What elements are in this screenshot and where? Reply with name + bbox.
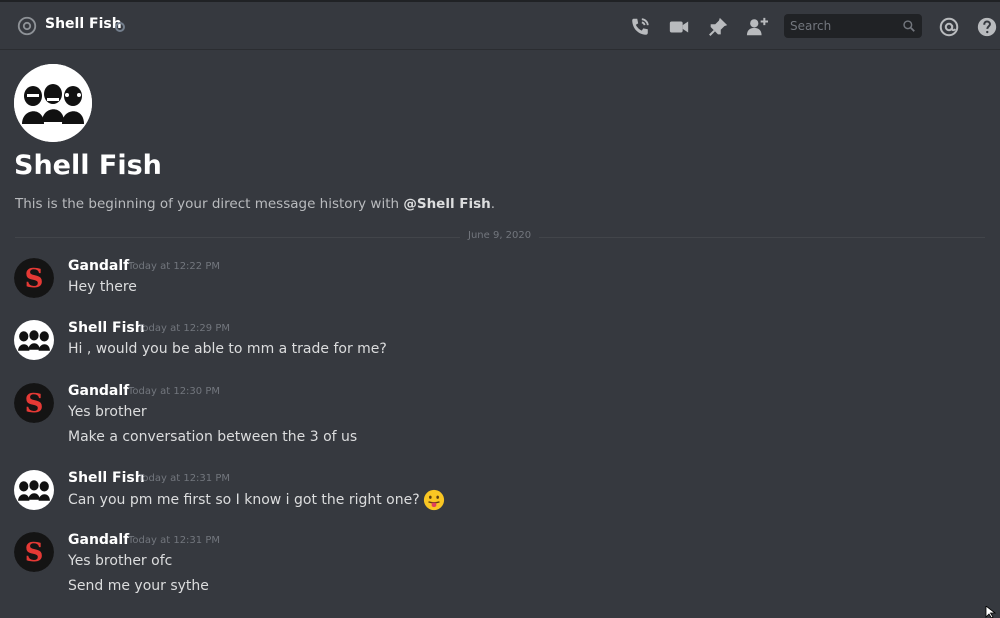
gandalf-avatar[interactable]: S bbox=[14, 383, 54, 423]
message-text: Send me your sythe bbox=[68, 578, 209, 594]
add-friend-icon[interactable] bbox=[746, 16, 768, 38]
shell-fish-avatar[interactable] bbox=[14, 320, 54, 360]
video-icon[interactable] bbox=[668, 16, 690, 38]
tongue-out-emoji bbox=[423, 489, 444, 511]
message-timestamp: Today at 12:22 PM bbox=[128, 261, 220, 272]
message-timestamp: Today at 12:29 PM bbox=[138, 323, 230, 334]
message-author[interactable]: Shell Fish bbox=[68, 320, 145, 336]
message-text: Hey there bbox=[68, 279, 137, 295]
message-timestamp: Today at 12:31 PM bbox=[128, 535, 220, 546]
search-box[interactable] bbox=[784, 14, 922, 38]
date-divider-label: June 9, 2020 bbox=[460, 230, 540, 241]
call-icon[interactable] bbox=[629, 16, 651, 38]
intro-mention[interactable]: @Shell Fish bbox=[403, 196, 490, 212]
message-text: Hi , would you be able to mm a trade for… bbox=[68, 341, 387, 357]
message-text: Can you pm me first so I know i got the … bbox=[68, 489, 445, 511]
message-text-content: Can you pm me first so I know i got the … bbox=[68, 492, 420, 508]
help-icon[interactable] bbox=[976, 16, 998, 38]
intro-title: Shell Fish bbox=[14, 150, 162, 181]
mouse-cursor-icon bbox=[985, 606, 997, 618]
intro-desc-suffix: . bbox=[490, 196, 496, 212]
search-input[interactable] bbox=[784, 14, 894, 38]
shell-fish-large-avatar bbox=[14, 64, 92, 142]
message-author[interactable]: Shell Fish bbox=[68, 470, 145, 486]
svg-text:S: S bbox=[25, 389, 44, 419]
svg-text:S: S bbox=[25, 538, 44, 568]
gandalf-avatar[interactable]: S bbox=[14, 258, 54, 298]
mention-icon[interactable] bbox=[938, 16, 960, 38]
at-icon bbox=[17, 16, 37, 36]
three-monkeys-image bbox=[14, 64, 92, 142]
pin-icon[interactable] bbox=[707, 16, 729, 38]
channel-header: Shell Fish bbox=[0, 2, 1000, 50]
message-text: Yes brother bbox=[68, 404, 147, 420]
message-author[interactable]: Gandalf bbox=[68, 258, 129, 274]
message-text: Yes brother ofc bbox=[68, 553, 173, 569]
status-indicator bbox=[115, 22, 125, 32]
shell-fish-avatar[interactable] bbox=[14, 470, 54, 510]
intro-desc-text: This is the beginning of your direct mes… bbox=[15, 196, 404, 212]
message-timestamp: Today at 12:31 PM bbox=[138, 473, 230, 484]
message-text: Make a conversation between the 3 of us bbox=[68, 429, 358, 445]
message-timestamp: Today at 12:30 PM bbox=[128, 386, 220, 397]
gandalf-avatar[interactable]: S bbox=[14, 532, 54, 572]
search-icon bbox=[903, 20, 915, 32]
message-author[interactable]: Gandalf bbox=[68, 532, 129, 548]
svg-text:S: S bbox=[25, 264, 44, 294]
intro-description: This is the beginning of your direct mes… bbox=[15, 196, 495, 212]
channel-title: Shell Fish bbox=[45, 16, 122, 32]
message-author[interactable]: Gandalf bbox=[68, 383, 129, 399]
